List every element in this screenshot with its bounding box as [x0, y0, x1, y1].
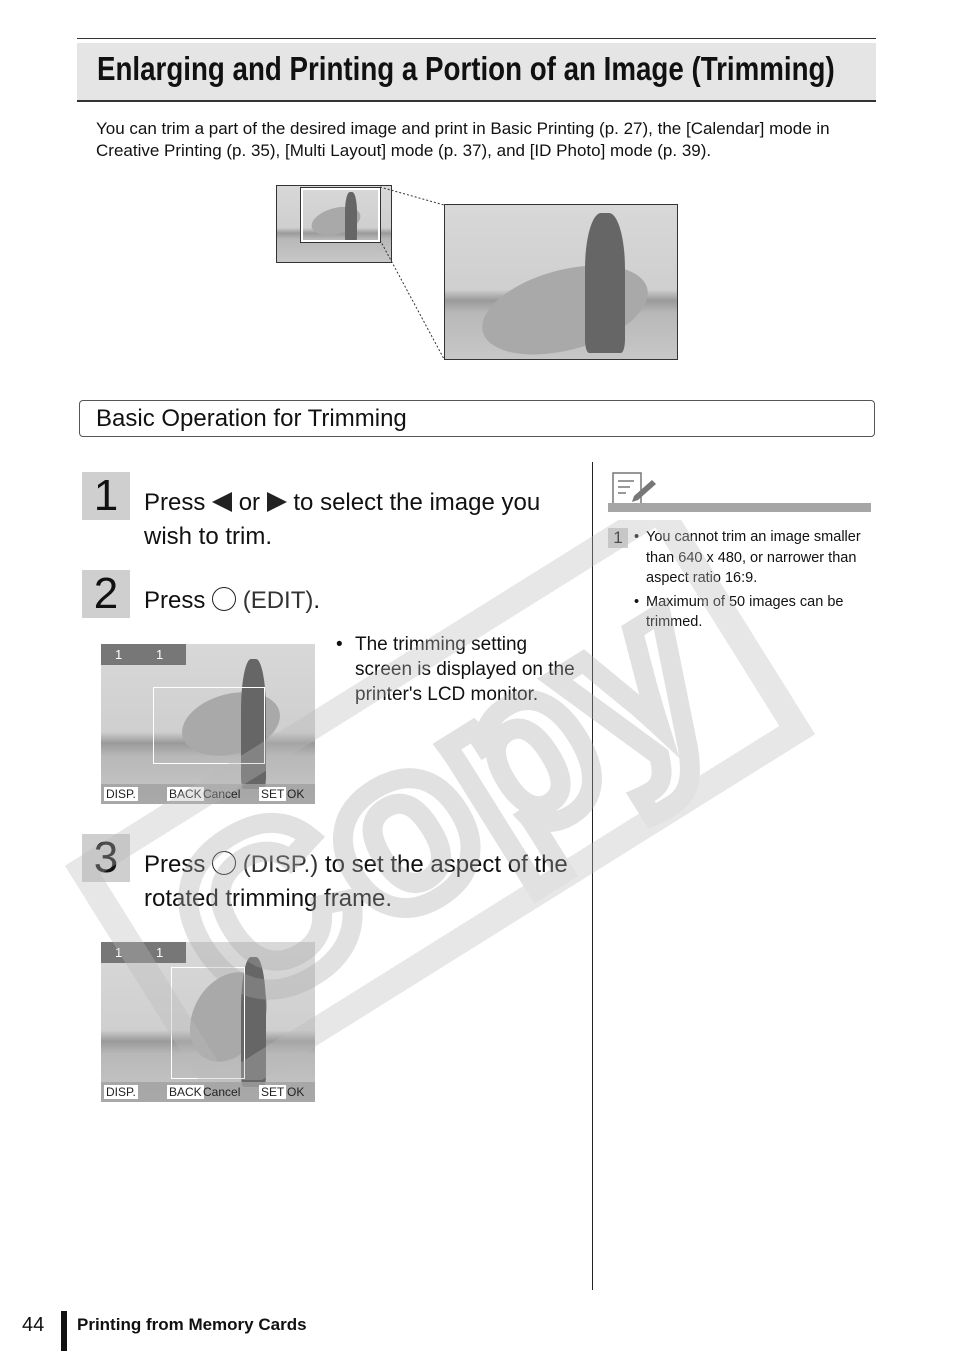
- note-item: • Maximum of 50 images can be trimmed.: [634, 593, 844, 631]
- press-label: Press: [144, 851, 206, 878]
- enlarged-photo: [444, 204, 678, 360]
- right-arrow-icon: [266, 492, 287, 512]
- step-2-bullet-text: The trimming setting screen is displayed…: [355, 634, 575, 705]
- footer-bar: [61, 1311, 67, 1351]
- thumbnail-photo: [276, 185, 392, 263]
- lcd-bottom-bar: DISP. BACK Cancel SET OK: [101, 1082, 315, 1102]
- column-divider: [592, 462, 593, 1290]
- page-number: 44: [22, 1314, 45, 1336]
- step-3-text: Press (DISP.) to set the aspect of the r…: [144, 848, 584, 916]
- lcd-bottom-bar: DISP. BACK Cancel SET OK: [101, 784, 315, 804]
- page: Enlarging and Printing a Portion of an I…: [0, 0, 954, 1352]
- intro-paragraph: You can trim a part of the desired image…: [96, 119, 830, 160]
- circle-button-icon: [212, 851, 237, 875]
- page-title: Enlarging and Printing a Portion of an I…: [97, 50, 835, 87]
- step-1-text: Press or to select the image you wish to…: [144, 486, 584, 554]
- left-arrow-icon: [212, 492, 233, 512]
- note-item: • You cannot trim an image smaller than 6…: [634, 529, 861, 586]
- trimming-frame: [153, 687, 265, 764]
- step-2-text: Press (EDIT).: [144, 584, 320, 618]
- step-2-bullet: • The trimming setting screen is display…: [336, 634, 575, 705]
- disp-button-label: (DISP.): [242, 851, 319, 878]
- note-list: • You cannot trim an image smaller than 6…: [634, 527, 874, 633]
- zoom-guide-lines: [380, 186, 445, 360]
- lcd-screenshot: 11 DISP. BACK Cancel SET OK: [101, 942, 315, 1102]
- lcd-status: 11: [101, 644, 186, 665]
- note-header-bar: [608, 503, 871, 512]
- top-rule: [77, 38, 876, 39]
- step-number: 2: [82, 570, 130, 618]
- lcd-screenshot: 11 DISP. BACK Cancel SET OK: [101, 644, 315, 804]
- period: .: [313, 587, 321, 614]
- press-label: Press: [144, 587, 206, 614]
- circle-button-icon: [212, 587, 237, 611]
- step-number: 3: [82, 834, 130, 882]
- edit-button-label: (EDIT): [242, 587, 314, 614]
- note-number: 1: [608, 528, 628, 548]
- chapter-title: Printing from Memory Cards: [77, 1315, 307, 1334]
- lcd-status: 11: [101, 942, 186, 963]
- trimming-frame: [171, 967, 245, 1079]
- or-label: or: [238, 489, 261, 516]
- step-3-instruction: to set the aspect of the rotated trimmin…: [144, 851, 568, 912]
- press-label: Press: [144, 489, 206, 516]
- section-title: Basic Operation for Trimming: [96, 405, 407, 432]
- step-number: 1: [82, 472, 130, 520]
